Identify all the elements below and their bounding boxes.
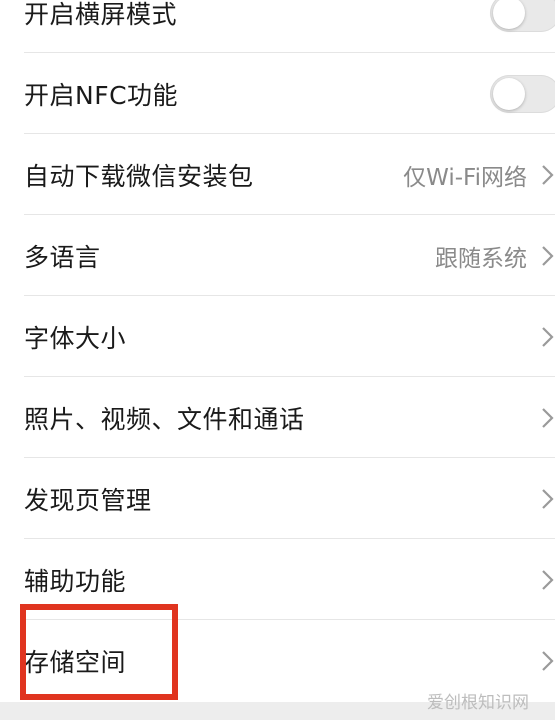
setting-label: 开启横屏模式: [24, 0, 178, 29]
setting-value: 仅Wi-Fi网络: [403, 164, 527, 191]
setting-label: 多语言: [24, 242, 101, 272]
setting-label: 发现页管理: [24, 485, 152, 515]
toggle-knob: [493, 0, 525, 29]
chevron-right-icon: [542, 407, 554, 428]
setting-label: 自动下载微信安装包: [24, 161, 254, 191]
nfc-toggle[interactable]: [490, 74, 555, 113]
highlight-box: [20, 604, 178, 700]
setting-row-discover-manage[interactable]: 发现页管理: [0, 458, 555, 539]
toggle-knob: [493, 77, 525, 110]
landscape-mode-toggle[interactable]: [490, 0, 555, 32]
setting-label: 照片、视频、文件和通话: [24, 404, 305, 434]
setting-row-font-size[interactable]: 字体大小: [0, 296, 555, 377]
setting-row-nfc[interactable]: 开启NFC功能: [0, 53, 555, 134]
chevron-right-icon: [542, 245, 554, 266]
setting-row-media-calls[interactable]: 照片、视频、文件和通话: [0, 377, 555, 458]
setting-row-landscape-mode[interactable]: 开启横屏模式: [0, 0, 555, 53]
chevron-right-icon: [542, 488, 554, 509]
watermark: 爱创根知识网: [427, 693, 529, 713]
chevron-right-icon: [542, 650, 554, 671]
setting-label: 开启NFC功能: [24, 80, 179, 110]
setting-row-language[interactable]: 多语言 跟随系统: [0, 215, 555, 296]
setting-value: 跟随系统: [435, 245, 527, 272]
chevron-right-icon: [542, 326, 554, 347]
setting-label: 辅助功能: [24, 566, 127, 596]
setting-label: 字体大小: [24, 323, 127, 353]
setting-row-auto-download[interactable]: 自动下载微信安装包 仅Wi-Fi网络: [0, 134, 555, 215]
chevron-right-icon: [542, 569, 554, 590]
chevron-right-icon: [542, 164, 554, 185]
